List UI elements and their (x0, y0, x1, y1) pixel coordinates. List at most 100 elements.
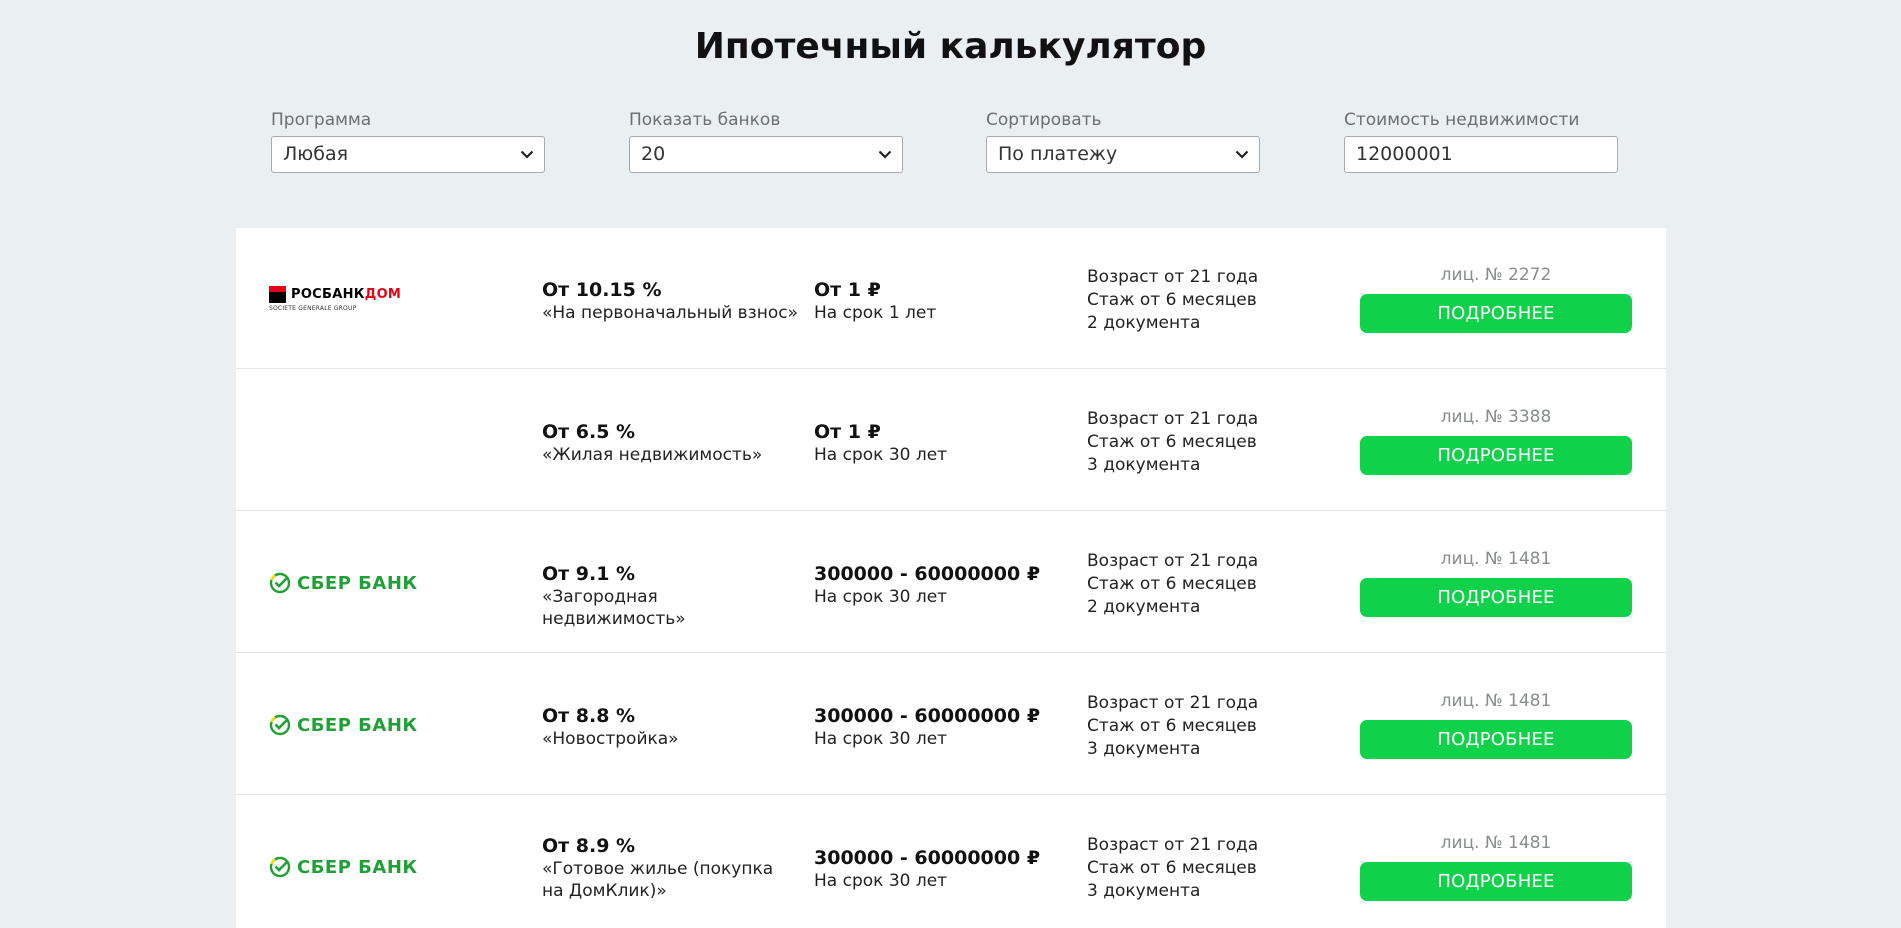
details-button[interactable]: ПОДРОБНЕЕ (1360, 862, 1632, 901)
documents-requirement: 2 документа (1087, 313, 1201, 333)
sber-logo-text: СБЕР БАНК (297, 856, 418, 878)
details-button[interactable]: ПОДРОБНЕЕ (1360, 720, 1632, 759)
program-name: «Готовое жилье (покупка на ДомКлик)» (542, 859, 774, 901)
rosbank-logo-accent-text: ДОМ (364, 287, 402, 302)
rate-value: От 8.9 % (542, 835, 636, 857)
sum-value: От 1 ₽ (814, 421, 881, 443)
term-value: На срок 30 лет (814, 587, 948, 607)
program-select-value: Любая (283, 143, 349, 165)
chevron-down-icon (1235, 137, 1249, 172)
details-button[interactable]: ПОДРОБНЕЕ (1360, 436, 1632, 475)
rate-value: От 6.5 % (542, 421, 636, 443)
license-number: лиц. № 1481 (1440, 833, 1552, 853)
price-filter: Стоимость недвижимости 12000001 (1344, 109, 1618, 173)
sber-logo-text: СБЕР БАНК (297, 572, 418, 594)
program-filter: Программа Любая (271, 109, 545, 173)
offer-rate: От 9.1 % «Загородная недвижимость» (542, 562, 802, 630)
sberbank-logo: СБЕР БАНК (269, 846, 469, 886)
offer-row: СБЕР БАНК От 9.1 % «Загородная недвижимо… (236, 512, 1666, 653)
rate-value: От 8.8 % (542, 705, 636, 727)
sum-value: 300000 - 60000000 ₽ (814, 705, 1041, 727)
sort-select-value: По платежу (998, 143, 1118, 165)
offer-action: лиц. № 2272 ПОДРОБНЕЕ (1360, 264, 1632, 333)
sber-logo-text: СБЕР БАНК (297, 714, 418, 736)
chevron-down-icon (878, 137, 892, 172)
banks-count-select-value: 20 (641, 143, 666, 165)
program-name: «На первоначальный взнос» (542, 303, 798, 323)
offer-action: лиц. № 1481 ПОДРОБНЕЕ (1360, 690, 1632, 759)
sort-filter: Сортировать По платежу (986, 109, 1260, 173)
program-name: «Жилая недвижимость» (542, 445, 763, 465)
page: Ипотечный калькулятор Программа Любая По… (0, 0, 1901, 928)
experience-requirement: Стаж от 6 месяцев (1087, 290, 1257, 310)
age-requirement: Возраст от 21 года (1087, 551, 1259, 571)
offer-sum: От 1 ₽ На срок 30 лет (814, 420, 1074, 466)
sort-select[interactable]: По платежу (986, 136, 1260, 173)
license-number: лиц. № 1481 (1440, 549, 1552, 569)
age-requirement: Возраст от 21 года (1087, 409, 1259, 429)
license-number: лиц. № 3388 (1440, 407, 1552, 427)
chevron-down-icon (520, 137, 534, 172)
offer-requirements: Возраст от 21 года Стаж от 6 месяцев 3 д… (1087, 692, 1307, 761)
age-requirement: Возраст от 21 года (1087, 693, 1259, 713)
offer-rate: От 8.9 % «Готовое жилье (покупка на ДомК… (542, 834, 802, 902)
experience-requirement: Стаж от 6 месяцев (1087, 574, 1257, 594)
sum-value: 300000 - 60000000 ₽ (814, 847, 1041, 869)
offer-action: лиц. № 3388 ПОДРОБНЕЕ (1360, 406, 1632, 475)
experience-requirement: Стаж от 6 месяцев (1087, 432, 1257, 452)
term-value: На срок 30 лет (814, 871, 948, 891)
documents-requirement: 3 документа (1087, 739, 1201, 759)
offer-sum: От 1 ₽ На срок 1 лет (814, 278, 1074, 324)
page-title: Ипотечный калькулятор (694, 26, 1207, 67)
rosbank-dom-logo: РОСБАНК ДОМ SOCIETE GENERALE GROUP (269, 278, 469, 318)
rosbank-square-icon (269, 286, 286, 303)
experience-requirement: Стаж от 6 месяцев (1087, 716, 1257, 736)
offers-list: РОСБАНК ДОМ SOCIETE GENERALE GROUP От 10… (236, 228, 1666, 928)
offer-requirements: Возраст от 21 года Стаж от 6 месяцев 2 д… (1087, 266, 1307, 335)
license-number: лиц. № 2272 (1440, 265, 1552, 285)
rosbank-logo-subtext: SOCIETE GENERALE GROUP (269, 305, 357, 312)
offer-requirements: Возраст от 21 года Стаж от 6 месяцев 3 д… (1087, 834, 1307, 903)
offer-row: РОСБАНК ДОМ SOCIETE GENERALE GROUP От 10… (236, 228, 1666, 369)
offer-row: СБЕР БАНК От 8.8 % «Новостройка» 300000 … (236, 654, 1666, 795)
sum-value: От 1 ₽ (814, 279, 881, 301)
price-input[interactable]: 12000001 (1344, 136, 1618, 173)
offer-rate: От 6.5 % «Жилая недвижимость» (542, 420, 802, 466)
age-requirement: Возраст от 21 года (1087, 835, 1259, 855)
documents-requirement: 3 документа (1087, 881, 1201, 901)
details-button[interactable]: ПОДРОБНЕЕ (1360, 294, 1632, 333)
program-name: «Загородная недвижимость» (542, 587, 686, 629)
sber-check-icon (269, 572, 291, 594)
documents-requirement: 2 документа (1087, 597, 1201, 617)
program-select[interactable]: Любая (271, 136, 545, 173)
offer-sum: 300000 - 60000000 ₽ На срок 30 лет (814, 846, 1074, 892)
offer-requirements: Возраст от 21 года Стаж от 6 месяцев 2 д… (1087, 550, 1307, 619)
offer-sum: 300000 - 60000000 ₽ На срок 30 лет (814, 562, 1074, 608)
program-filter-label: Программа (271, 110, 372, 130)
offer-rate: От 8.8 % «Новостройка» (542, 704, 802, 750)
sum-value: 300000 - 60000000 ₽ (814, 563, 1041, 585)
sber-check-icon (269, 856, 291, 878)
offer-requirements: Возраст от 21 года Стаж от 6 месяцев 3 д… (1087, 408, 1307, 477)
details-button[interactable]: ПОДРОБНЕЕ (1360, 578, 1632, 617)
license-number: лиц. № 1481 (1440, 691, 1552, 711)
offer-row: От 6.5 % «Жилая недвижимость» От 1 ₽ На … (236, 370, 1666, 511)
sort-filter-label: Сортировать (986, 110, 1102, 130)
bank-logo-placeholder (269, 420, 469, 460)
banks-count-select[interactable]: 20 (629, 136, 903, 173)
rate-value: От 9.1 % (542, 563, 636, 585)
offer-sum: 300000 - 60000000 ₽ На срок 30 лет (814, 704, 1074, 750)
sberbank-logo: СБЕР БАНК (269, 562, 469, 602)
sberbank-logo: СБЕР БАНК (269, 704, 469, 744)
offer-action: лиц. № 1481 ПОДРОБНЕЕ (1360, 832, 1632, 901)
banks-count-filter: Показать банков 20 (629, 109, 903, 173)
documents-requirement: 3 документа (1087, 455, 1201, 475)
program-name: «Новостройка» (542, 729, 679, 749)
term-value: На срок 30 лет (814, 729, 948, 749)
price-filter-label: Стоимость недвижимости (1344, 110, 1580, 130)
rosbank-logo-text: РОСБАНК (291, 287, 365, 302)
offer-action: лиц. № 1481 ПОДРОБНЕЕ (1360, 548, 1632, 617)
age-requirement: Возраст от 21 года (1087, 267, 1259, 287)
filters-bar: Программа Любая Показать банков 20 Сорти… (271, 109, 1631, 175)
offer-rate: От 10.15 % «На первоначальный взнос» (542, 278, 802, 324)
